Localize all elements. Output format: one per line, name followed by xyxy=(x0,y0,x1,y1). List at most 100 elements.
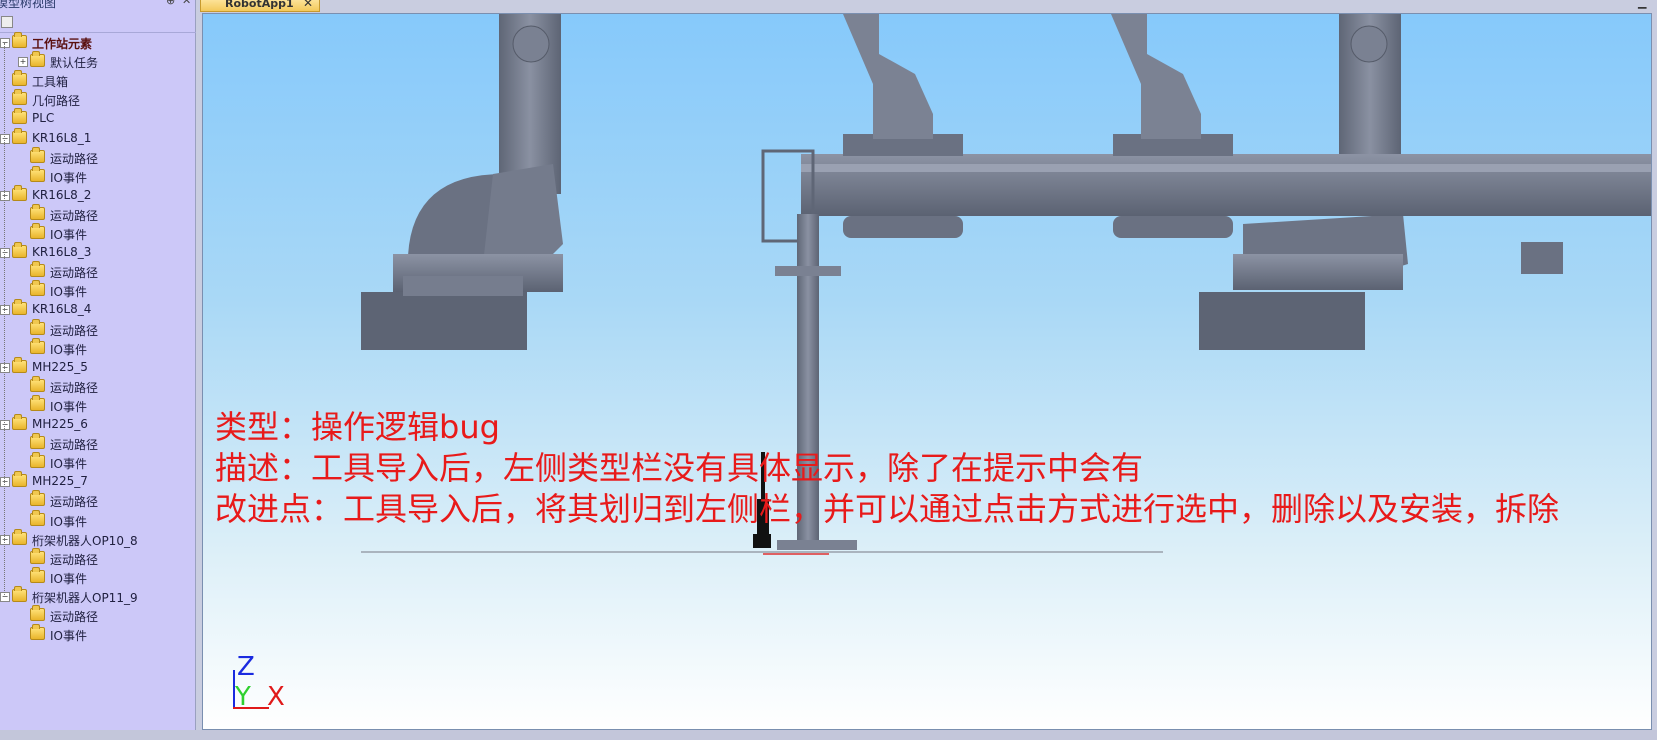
tree-node[interactable]: − KR16L8_1 xyxy=(0,128,196,149)
folder-icon xyxy=(30,261,45,277)
tab-robotapp1[interactable]: RobotApp1 ✕ xyxy=(200,0,320,12)
tree-child-node[interactable]: IO事件 xyxy=(0,567,196,588)
folder-icon xyxy=(12,185,27,201)
collapse-icon[interactable]: − xyxy=(0,420,10,430)
tree-node-label: IO事件 xyxy=(50,343,87,357)
tree-child-node[interactable]: IO事件 xyxy=(0,338,196,359)
folder-icon xyxy=(30,395,45,411)
tree-child-node[interactable]: IO事件 xyxy=(0,280,196,301)
tree-node-label: IO事件 xyxy=(50,228,87,242)
tree-node-label: 运动路径 xyxy=(50,152,99,166)
tree-child-node[interactable]: IO事件 xyxy=(0,223,196,244)
tree-panel-header: 模型树视图 ⊕ ✕ xyxy=(0,0,196,12)
robot-left[interactable] xyxy=(361,14,563,350)
tree-node[interactable]: − KR16L8_4 xyxy=(0,299,196,320)
tree-child-node[interactable]: IO事件 xyxy=(0,452,196,473)
tree-node-label: 运动路径 xyxy=(50,324,99,338)
collapse-icon[interactable]: − xyxy=(0,134,10,144)
tree-child-node[interactable]: + 默认任务 xyxy=(0,51,196,72)
tab-close-icon[interactable]: ✕ xyxy=(303,0,313,10)
tree-node[interactable]: − KR16L8_2 xyxy=(0,185,196,206)
tree-node-label: KR16L8_2 xyxy=(32,188,92,202)
folder-icon xyxy=(30,376,45,392)
tree-node-label: 桁架机器人OP10_8 xyxy=(32,534,138,548)
tree-node-label: MH225_7 xyxy=(32,474,88,488)
collapse-icon[interactable]: − xyxy=(0,477,10,487)
folder-icon xyxy=(12,299,27,315)
folder-icon xyxy=(30,510,45,526)
tree-node[interactable]: 工具箱 xyxy=(0,70,196,91)
tree-child-node[interactable]: IO事件 xyxy=(0,624,196,645)
collapse-icon[interactable]: − xyxy=(0,248,10,258)
tree-child-node[interactable]: 运动路径 xyxy=(0,261,196,282)
3d-viewport[interactable]: 类型：操作逻辑bug 描述：工具导入后，左侧类型栏没有具体显示，除了在提示中会有… xyxy=(202,13,1652,730)
tree-child-node[interactable]: 运动路径 xyxy=(0,204,196,225)
tree-node[interactable]: − 桁架机器人OP10_8 xyxy=(0,529,196,550)
folder-icon xyxy=(12,471,27,487)
robot-cell-scene xyxy=(361,14,1652,555)
tree-node-label: 桁架机器人OP11_9 xyxy=(32,591,138,605)
bug-type-text: 类型：操作逻辑bug xyxy=(215,408,500,446)
tree-node-label: 运动路径 xyxy=(50,266,99,280)
tree-node[interactable]: − MH225_5 xyxy=(0,357,196,378)
tree-child-node[interactable]: 运动路径 xyxy=(0,319,196,340)
tree-node[interactable]: − MH225_7 xyxy=(0,471,196,492)
tree-child-node[interactable]: IO事件 xyxy=(0,166,196,187)
collapse-icon[interactable]: − xyxy=(0,191,10,201)
folder-icon xyxy=(30,567,45,583)
folder-icon xyxy=(30,548,45,564)
tree-node[interactable]: − 桁架机器人OP11_9 xyxy=(0,586,196,607)
tree-node-label: IO事件 xyxy=(50,285,87,299)
folder-icon xyxy=(12,108,27,124)
tree-child-node[interactable]: IO事件 xyxy=(0,395,196,416)
folder-icon xyxy=(30,605,45,621)
expand-icon[interactable]: + xyxy=(18,57,28,67)
tree-child-node[interactable]: 运动路径 xyxy=(0,548,196,569)
folder-icon xyxy=(12,529,27,545)
tree-child-node[interactable]: 运动路径 xyxy=(0,605,196,626)
collapse-icon[interactable]: − xyxy=(0,363,10,373)
collapse-all-icon[interactable] xyxy=(1,16,13,28)
tree-node[interactable]: − KR16L8_3 xyxy=(0,242,196,263)
tree-node-label: IO事件 xyxy=(50,171,87,185)
tree-child-node[interactable]: 运动路径 xyxy=(0,147,196,168)
tree-node[interactable]: PLC xyxy=(0,108,196,129)
collapse-icon[interactable]: − xyxy=(0,305,10,315)
tree-child-node[interactable]: 运动路径 xyxy=(0,433,196,454)
minimize-icon[interactable]: ▁ xyxy=(1638,0,1646,9)
tree-node-label: IO事件 xyxy=(50,515,87,529)
tree-node-label: PLC xyxy=(32,111,55,125)
tree-toolbar xyxy=(0,14,196,33)
y-axis-label: Y xyxy=(235,682,251,712)
folder-icon xyxy=(12,70,27,86)
collapse-icon[interactable]: − xyxy=(0,38,10,48)
tree-node-label: IO事件 xyxy=(50,457,87,471)
folder-icon xyxy=(12,242,27,258)
pin-icon[interactable]: ⊕ xyxy=(166,0,175,7)
tree-child-node[interactable]: IO事件 xyxy=(0,510,196,531)
z-axis-label: Z xyxy=(237,652,255,682)
tree-node-label: KR16L8_4 xyxy=(32,302,92,316)
x-axis-label: X xyxy=(267,682,285,712)
tree-node-label: MH225_6 xyxy=(32,417,88,431)
tree-node[interactable]: − MH225_6 xyxy=(0,414,196,435)
axis-triad: Z Y X xyxy=(233,652,293,712)
folder-icon xyxy=(12,128,27,144)
collapse-icon[interactable]: − xyxy=(0,592,10,602)
tree-node-label: IO事件 xyxy=(50,400,87,414)
folder-icon xyxy=(30,204,45,220)
tree-node[interactable]: − 工作站元素 xyxy=(0,32,196,53)
folder-icon xyxy=(12,32,27,48)
gantry-beam[interactable] xyxy=(761,14,1652,274)
close-icon[interactable]: ✕ xyxy=(182,0,191,7)
folder-icon xyxy=(30,280,45,296)
tree-child-node[interactable]: 运动路径 xyxy=(0,376,196,397)
collapse-icon[interactable]: − xyxy=(0,535,10,545)
tree-child-node[interactable]: 运动路径 xyxy=(0,490,196,511)
tree-node[interactable]: 几何路径 xyxy=(0,89,196,110)
tree-node-label: 工具箱 xyxy=(32,75,69,89)
bug-improvement-text: 改进点：工具导入后，将其划归到左侧栏，并可以通过点击方式进行选中，删除以及安装，… xyxy=(215,490,1560,528)
tree-node-label: 工作站元素 xyxy=(32,37,93,51)
folder-icon xyxy=(30,490,45,506)
folder-icon xyxy=(30,166,45,182)
